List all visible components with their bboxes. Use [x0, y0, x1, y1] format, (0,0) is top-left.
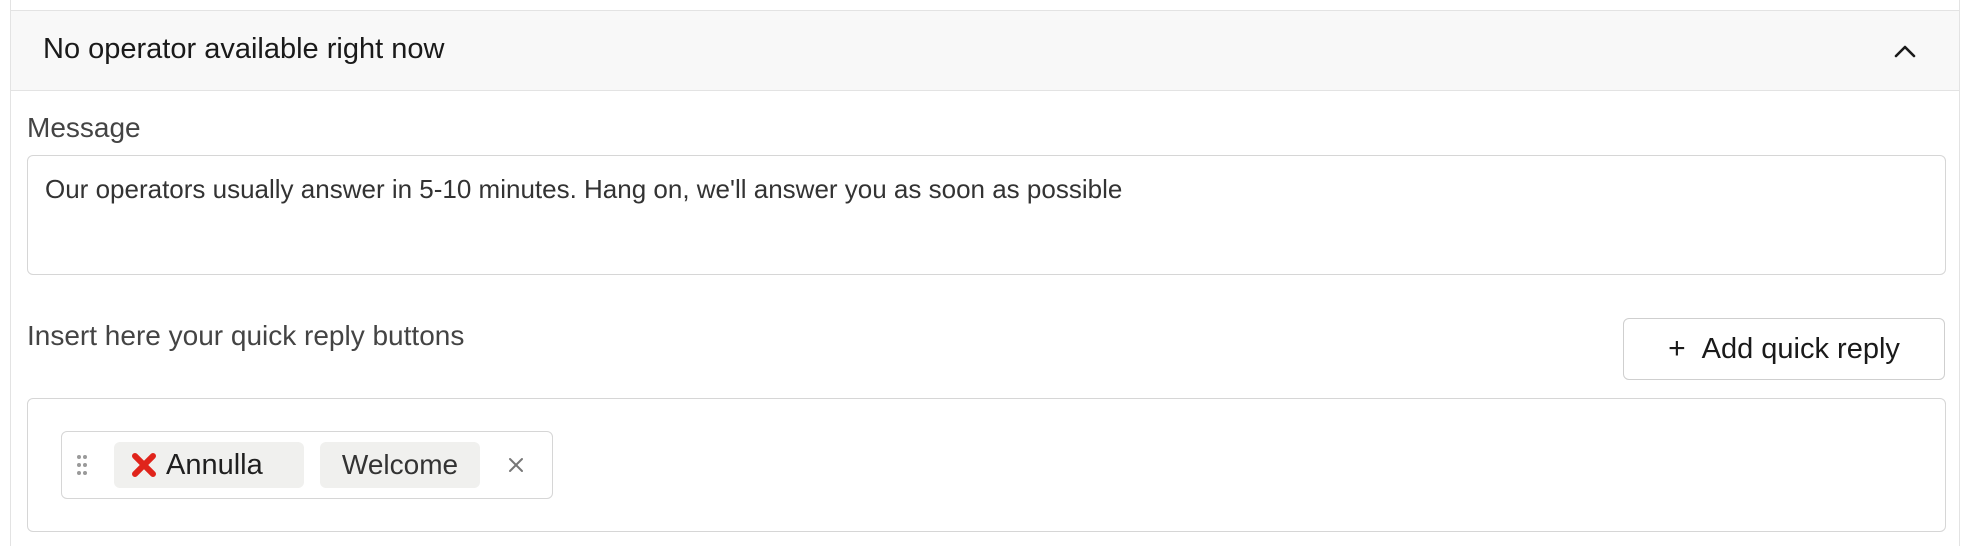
message-text: Our operators usually answer in 5-10 min…	[45, 174, 1123, 204]
quick-reply-chip-annulla[interactable]: Annulla	[114, 442, 304, 488]
panel-header[interactable]: No operator available right now	[11, 11, 1959, 91]
quick-reply-label: Welcome	[341, 449, 459, 480]
quick-reply-chip-welcome[interactable]: Welcome	[320, 442, 480, 488]
add-quick-reply-button[interactable]: + Add quick reply	[1623, 318, 1945, 380]
chevron-up-icon[interactable]	[1891, 37, 1919, 65]
add-quick-reply-label: Add quick reply	[1701, 332, 1900, 365]
quick-replies-label: Insert here your quick reply buttons	[27, 320, 465, 351]
drag-handle-icon[interactable]	[76, 454, 88, 476]
plus-icon: +	[1668, 332, 1686, 365]
quick-reply-group: Annulla Welcome	[61, 431, 553, 499]
quick-replies-container: Annulla Welcome	[27, 398, 1946, 532]
message-textarea[interactable]: Our operators usually answer in 5-10 min…	[27, 155, 1946, 275]
panel-title: No operator available right now	[43, 33, 445, 65]
settings-panel: No operator available right now Message …	[10, 0, 1960, 546]
close-icon[interactable]	[503, 452, 529, 478]
message-label: Message	[27, 112, 141, 143]
quick-reply-label: Annulla	[166, 448, 263, 481]
cross-mark-icon	[132, 453, 156, 477]
